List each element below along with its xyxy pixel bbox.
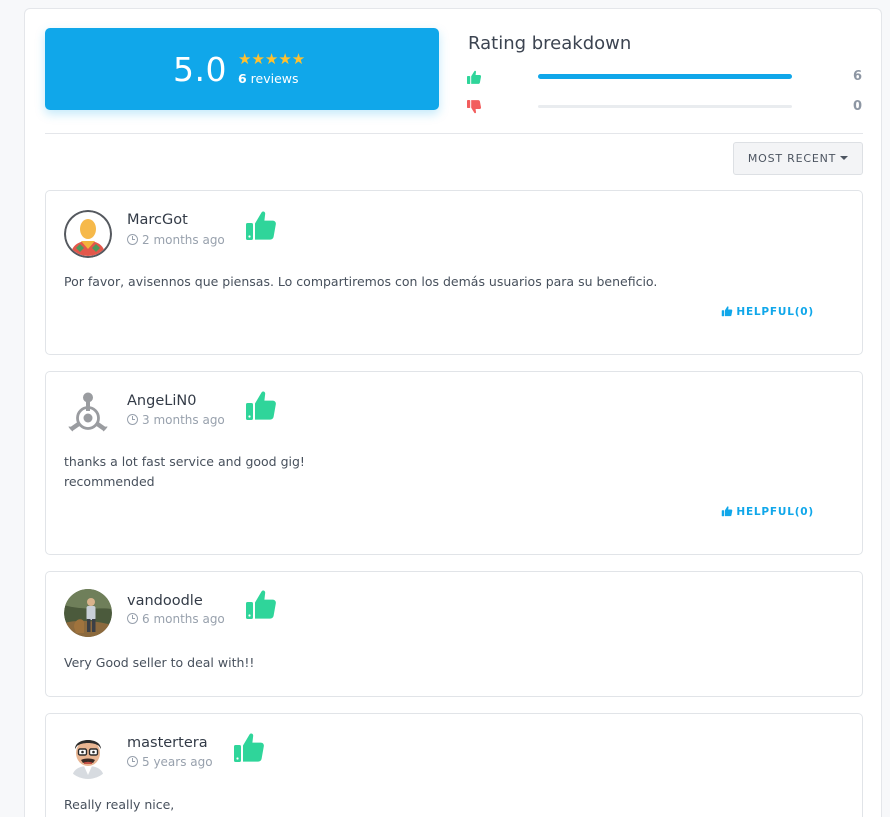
review-text: thanks a lot fast service and good gig! … — [64, 454, 305, 489]
review-time: 2 months ago — [127, 233, 225, 247]
review-card: mastertera 5 years ago Really really nic… — [45, 713, 863, 817]
avatar — [64, 589, 112, 637]
sort-label: MOST RECENT — [747, 152, 837, 165]
breakdown-negative-row: 0 — [466, 99, 866, 115]
cartoon-avatar-icon — [64, 731, 112, 779]
clock-icon — [127, 234, 138, 245]
divider — [45, 133, 863, 134]
caret-down-icon — [840, 156, 849, 160]
review-text: Por favor, avisennos que piensas. Lo com… — [64, 274, 658, 289]
review-card: MarcGot 2 months ago Por favor, avisenno… — [45, 190, 863, 355]
thumbs-up-icon — [722, 306, 733, 317]
clock-icon — [127, 414, 138, 425]
avatar — [64, 210, 112, 258]
review-username[interactable]: AngeLiN0 — [127, 393, 196, 409]
default-user-avatar-icon — [64, 210, 112, 258]
review-card: AngeLiN0 3 months ago thanks a lot fast … — [45, 371, 863, 555]
review-time: 6 months ago — [127, 612, 225, 626]
overall-score: 5.0 — [173, 50, 227, 89]
review-time-text: 5 years ago — [142, 755, 213, 769]
review-username[interactable]: mastertera — [127, 735, 208, 751]
review-username[interactable]: MarcGot — [127, 212, 188, 228]
thumbs-up-icon — [467, 70, 482, 84]
review-count-suffix: reviews — [246, 71, 299, 86]
helpful-button[interactable]: HELPFUL(0) — [721, 505, 814, 518]
gray-logo-avatar-icon — [66, 392, 110, 434]
sort-dropdown[interactable]: MOST RECENT — [733, 142, 863, 175]
review-time-text: 2 months ago — [142, 233, 225, 247]
thumbs-up-icon — [234, 733, 264, 762]
positive-bar-track — [538, 74, 792, 79]
reviews-panel: 5.0 ★★★★★ 6 reviews Rating breakdown 6 0… — [24, 8, 882, 817]
clock-icon — [127, 613, 138, 624]
review-card: vandoodle 6 months ago Very Good seller … — [45, 571, 863, 697]
star-rating-icon: ★★★★★ — [238, 50, 306, 68]
review-count-number: 6 — [238, 71, 247, 86]
breakdown-positive-row: 6 — [466, 69, 866, 85]
thumbs-up-icon — [246, 391, 276, 420]
review-text: Really really nice, — [64, 797, 175, 812]
negative-count: 0 — [852, 99, 862, 114]
avatar — [64, 389, 112, 437]
rating-breakdown-title: Rating breakdown — [468, 33, 632, 54]
review-count: 6 reviews — [238, 71, 299, 86]
thumbs-down-icon — [467, 100, 482, 114]
helpful-label: HELPFUL(0) — [736, 306, 814, 318]
helpful-button[interactable]: HELPFUL(0) — [721, 305, 814, 318]
overall-score-box: 5.0 ★★★★★ 6 reviews — [45, 28, 439, 110]
review-time: 5 years ago — [127, 755, 213, 769]
negative-bar-track — [538, 105, 792, 108]
thumbs-up-icon — [246, 211, 276, 240]
review-time-text: 6 months ago — [142, 612, 225, 626]
avatar — [64, 731, 112, 779]
review-time: 3 months ago — [127, 413, 225, 427]
clock-icon — [127, 756, 138, 767]
review-text: Very Good seller to deal with!! — [64, 655, 255, 670]
thumbs-up-icon — [722, 506, 733, 517]
positive-count: 6 — [852, 69, 862, 84]
positive-bar-fill — [538, 74, 792, 79]
review-time-text: 3 months ago — [142, 413, 225, 427]
thumbs-up-icon — [246, 590, 276, 619]
helpful-label: HELPFUL(0) — [736, 506, 814, 518]
review-username[interactable]: vandoodle — [127, 593, 203, 609]
photo-avatar-icon — [64, 589, 112, 637]
